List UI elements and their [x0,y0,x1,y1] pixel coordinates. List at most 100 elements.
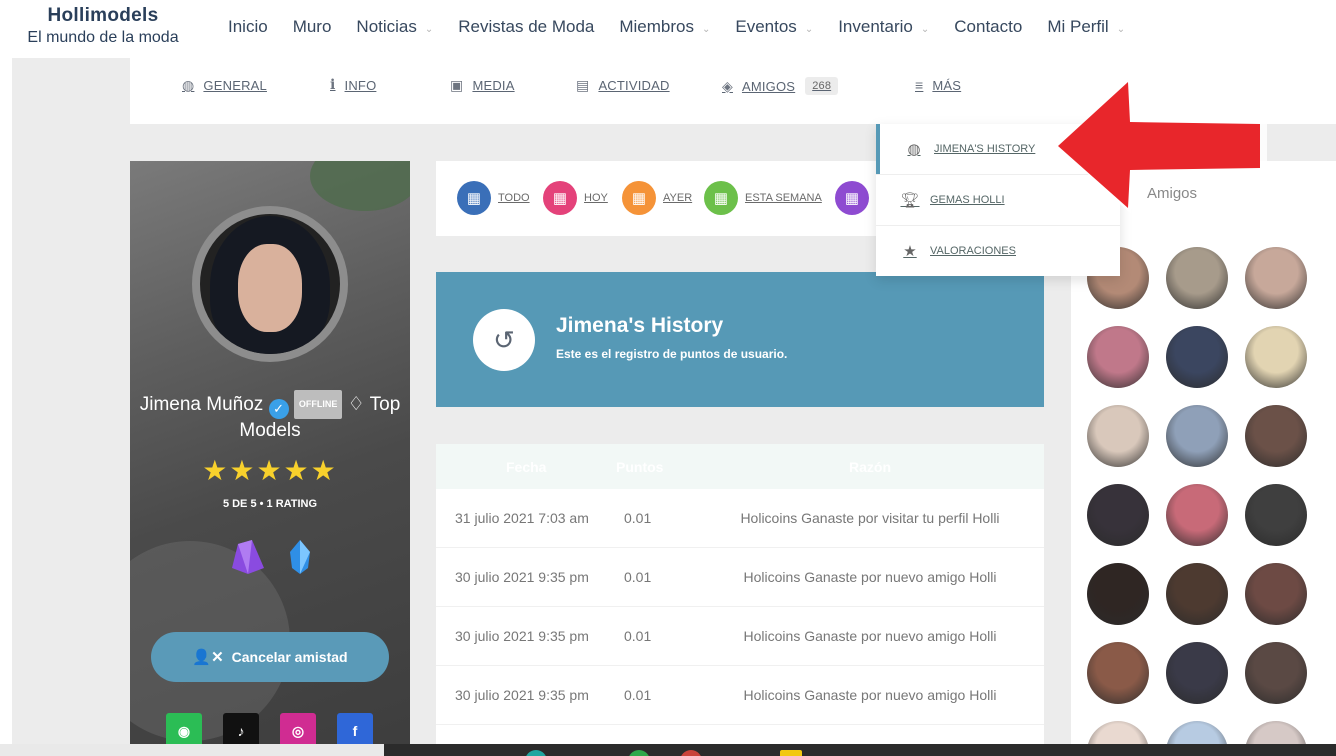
friend-avatar[interactable] [1166,405,1228,467]
menu-item-contacto[interactable]: Contacto [954,17,1022,37]
dropdown-label: Jimena's History [934,143,1036,155]
menu-label: Inicio [228,17,268,36]
menu-item-noticias[interactable]: Noticias ⌄ [356,17,433,37]
table-row: 30 julio 2021 9:35 pm 0.01 Holicoins Gan… [436,548,1044,607]
menu-item-mi-perfil[interactable]: Mi Perfil ⌄ [1047,17,1125,37]
tab-label: MEDIA [472,78,515,93]
menu-label: Inventario [838,17,913,36]
calendar-month-icon: ▦ [835,181,869,215]
profile-card: Jimena Muñoz ✓ OFFLINE ♢ Top Models ★★★★… [130,161,410,756]
history-icon: ↺ [473,309,535,371]
friend-avatar[interactable] [1245,405,1307,467]
tab-amigos[interactable]: ◈ AMIGOS 268 [722,77,839,95]
chevron-down-icon: ⌄ [701,23,711,35]
filter-ayer[interactable]: ▦ AYER [622,181,692,215]
friend-avatar[interactable] [1166,247,1228,309]
friend-avatar[interactable] [1087,642,1149,704]
row-date: 30 julio 2021 9:35 pm [455,687,589,703]
tab-info[interactable]: i INFO [330,77,376,93]
history-title: Jimena's History [556,314,724,337]
chevron-down-icon: ⌄ [920,23,930,35]
friend-avatar[interactable] [1245,642,1307,704]
menu-item-muro[interactable]: Muro [293,17,332,37]
taskbar-search-area[interactable] [0,744,384,756]
dropdown-item-valoraciones[interactable]: ★ Valoraciones [876,226,1120,276]
menu-label: Eventos [735,17,797,36]
avatar-face [238,244,302,332]
profile-name-line: Jimena Muñoz ✓ OFFLINE ♢ Top Models [130,390,410,442]
tab-label: ACTIVIDAD [598,78,670,93]
history-filters: ▦ TODO ▦ HOY ▦ AYER ▦ ESTA SEMANA ▦ [436,161,876,236]
row-points: 0.01 [624,569,652,585]
row-reason: Holicoins Ganaste por nuevo amigo Holli [743,569,997,585]
friend-avatar[interactable] [1087,563,1149,625]
friend-avatar[interactable] [1166,563,1228,625]
filter-esta-semana[interactable]: ▦ ESTA SEMANA [704,181,822,215]
filter-mes[interactable]: ▦ [835,181,876,215]
friend-avatar[interactable] [1166,642,1228,704]
column-header-date[interactable]: Fecha [436,459,616,475]
tab-actividad[interactable]: ▤ ACTIVIDAD [576,77,670,94]
menu-item-eventos[interactable]: Eventos ⌄ [735,17,813,37]
menu-label: Contacto [954,17,1023,36]
friend-avatar[interactable] [1245,326,1307,388]
column-header-points[interactable]: Puntos [616,459,696,475]
row-points: 0.01 [624,628,652,644]
friend-avatar[interactable] [1087,484,1149,546]
gems-row [230,538,318,576]
friend-avatar[interactable] [1245,563,1307,625]
filter-label: HOY [584,192,608,204]
cancel-friendship-button[interactable]: 👤✕ Cancelar amistad [151,632,389,682]
rating-text: 5 DE 5 • 1 RATING [222,498,318,510]
images-icon: ▣ [450,77,464,93]
taskbar-app-icon[interactable] [628,750,650,756]
friend-avatar[interactable] [1087,405,1149,467]
cancel-friendship-label: Cancelar amistad [231,649,348,665]
rating-stars: ★★★★★ [202,455,338,486]
history-banner: ↺ Jimena's History Este es el registro d… [436,272,1044,407]
menu-item-inventario[interactable]: Inventario ⌄ [838,17,929,37]
taskbar-app-icon[interactable] [780,750,802,756]
calendar-week-icon: ▦ [704,181,738,215]
top-navbar: Hollimodels El mundo de la moda Inicio M… [0,0,1336,58]
table-row: 30 julio 2021 9:35 pm 0.01 Holicoins Gan… [436,607,1044,666]
tab-label: AMIGOS [741,78,796,94]
taskbar-app-icon[interactable] [680,750,702,756]
calendar-check-icon: ▦ [543,181,577,215]
diamond-icon: ♢ [347,394,365,415]
red-arrow-annotation [1058,80,1267,214]
row-points: 0.01 [624,687,652,703]
blue-gem-icon[interactable] [282,538,318,576]
menu-label: Muro [292,17,332,36]
column-header-reason[interactable]: Razón [696,459,1044,475]
filter-hoy[interactable]: ▦ HOY [543,181,608,215]
tab-media[interactable]: ▣ MEDIA [450,77,515,94]
menu-label: Revistas de Moda [458,17,595,36]
friends-count-badge: 268 [805,77,839,95]
tab-general[interactable]: ◍ GENERAL [182,77,267,94]
friend-avatar[interactable] [1166,326,1228,388]
row-points: 0.01 [624,510,652,526]
friend-avatar[interactable] [1166,484,1228,546]
avatar[interactable] [192,206,348,362]
friend-avatar[interactable] [1087,326,1149,388]
user-remove-icon: 👤✕ [192,649,224,666]
menu-item-inicio[interactable]: Inicio [228,17,268,37]
menu-item-revistas[interactable]: Revistas de Moda [458,17,594,37]
row-reason: Holicoins Ganaste por nuevo amigo Holli [743,687,997,703]
friend-avatar[interactable] [1245,247,1307,309]
tab-mas[interactable]: ≡ MÁS [915,77,961,93]
os-taskbar [0,744,1336,756]
brand-logo[interactable]: Hollimodels El mundo de la moda [10,5,196,47]
main-menu: Inicio Muro Noticias ⌄ Revistas de Moda M… [228,17,1150,37]
menu-item-miembros[interactable]: Miembros ⌄ [619,17,710,37]
star-icon: ★ [903,243,917,260]
purple-gem-icon[interactable] [230,538,266,576]
left-margin [0,58,12,756]
friend-avatar[interactable] [1245,484,1307,546]
globe-icon: ◍ [182,77,195,93]
calendar-minus-icon: ▦ [622,181,656,215]
menu-label: Noticias [356,17,417,36]
filter-todo[interactable]: ▦ TODO [457,181,530,215]
taskbar-app-icon[interactable] [525,750,547,756]
